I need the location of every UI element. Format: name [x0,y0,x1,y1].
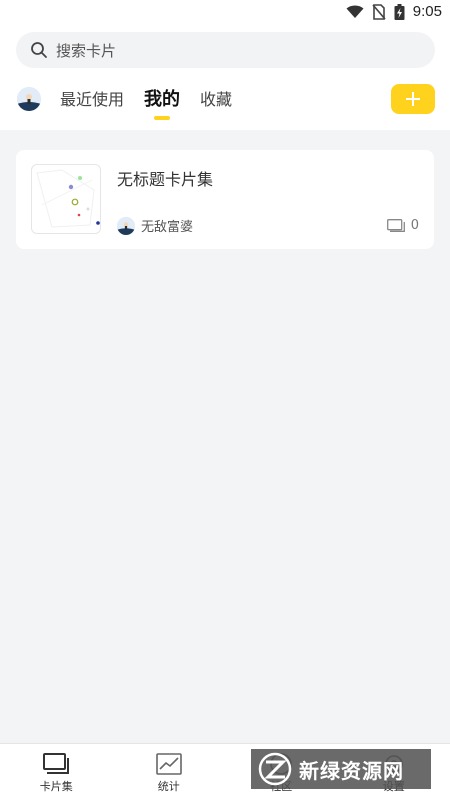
add-button[interactable] [391,84,435,114]
nav-stats[interactable]: 统计 [113,744,226,800]
status-bar: 9:05 [0,0,450,26]
tab-recent[interactable]: 最近使用 [60,84,124,116]
status-icons: 9:05 [346,3,442,20]
tab-favorites[interactable]: 收藏 [200,84,232,116]
wifi-icon [346,5,364,18]
no-sim-icon [372,3,386,20]
card-title: 无标题卡片集 [117,170,214,189]
tab-mine[interactable]: 我的 [144,84,180,120]
search-icon [31,42,47,58]
battery-icon [394,3,405,20]
author-avatar [117,216,135,235]
chart-icon [155,753,182,775]
cards-count-icon [386,219,405,232]
card-count-value: 0 [410,218,419,233]
nav-stats-label: 统计 [157,780,180,793]
card-author: 无敌富婆 [117,216,193,235]
watermark: 新绿资源网 [251,749,431,789]
watermark-text: 新绿资源网 [299,758,404,783]
search-input[interactable]: 搜索卡片 [16,32,435,68]
plus-icon [406,92,420,106]
app-screen: 9:05 搜索卡片 最近使用 我的 收藏 无标题卡片集 无敌富婆 0 卡片集 统… [0,0,450,800]
header: 搜索卡片 最近使用 我的 收藏 [0,26,450,130]
search-placeholder: 搜索卡片 [56,41,117,60]
nav-cards-label: 卡片集 [39,780,73,793]
card-thumbnail [31,164,101,234]
cards-icon [43,753,70,774]
card-count: 0 [386,218,419,233]
nav-cards[interactable]: 卡片集 [0,744,113,800]
user-avatar[interactable] [17,87,41,111]
card-author-name: 无敌富婆 [141,220,194,235]
card-set-item[interactable]: 无标题卡片集 无敌富婆 0 [16,150,434,249]
status-time: 9:05 [412,3,442,20]
watermark-logo-icon [258,752,292,786]
tab-bar: 最近使用 我的 收藏 [60,84,232,124]
